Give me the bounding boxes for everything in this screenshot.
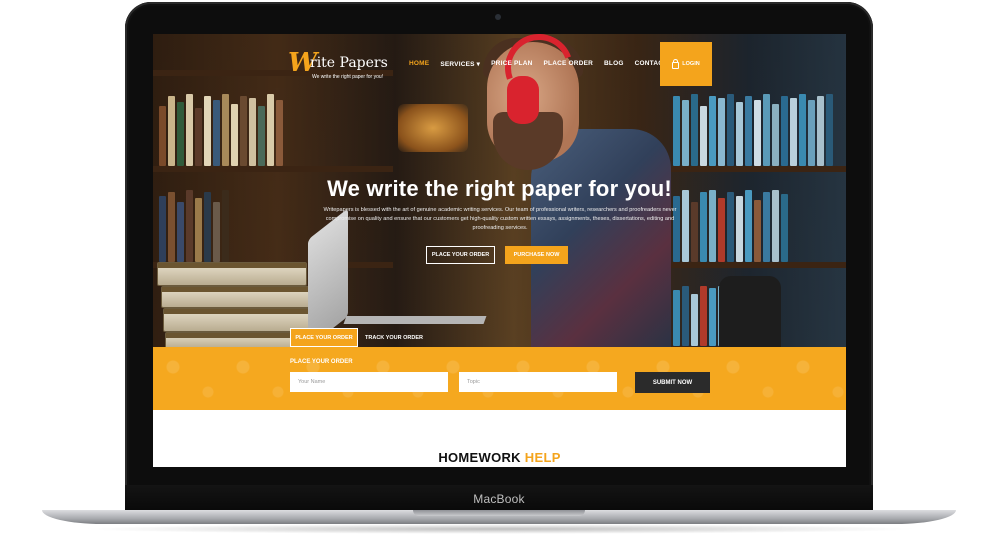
order-form-label: PLACE YOUR ORDER [290,359,353,365]
tab-track-order[interactable]: TRACK YOUR ORDER [360,328,428,347]
section-title-accent: HELP [524,450,561,465]
nav-blog[interactable]: BLOG [604,60,624,68]
main-nav: HOME SERVICES ▾ PRICE PLAN PLACE ORDER B… [409,60,667,68]
lamp-glow [398,104,468,152]
login-label: LOGIN [682,61,700,67]
book-stack [157,262,307,286]
name-input[interactable]: Your Name [290,372,448,392]
lock-icon [672,58,680,69]
submit-button[interactable]: SUBMIT NOW [635,372,710,393]
topic-input[interactable]: Topic [459,372,617,392]
order-form: PLACE YOUR ORDER Your Name Topic SUBMIT … [153,347,846,410]
book-row [673,92,833,166]
laptop-base [343,316,487,324]
device-brand-label: MacBook [473,492,525,506]
book-row [159,92,283,166]
tab-place-order[interactable]: PLACE YOUR ORDER [290,328,358,347]
login-button[interactable]: LOGIN [660,42,712,86]
hero-description: Writepapers is blessed with the art of g… [323,207,677,231]
hero-section: W rite Papers We write the right paper f… [153,34,846,349]
laptop-shadow [80,524,920,534]
nav-price-plan[interactable]: PRICE PLAN [491,60,532,68]
hero-title: We write the right paper for you! [327,176,672,201]
logo-tagline: We write the right paper for you! [312,74,384,80]
camera-icon [495,14,501,20]
logo-name: rite Papers [310,55,388,71]
laptop-notch [413,510,585,516]
website-screen: W rite Papers We write the right paper f… [153,34,846,467]
shelf [153,166,393,172]
person-illustration [531,129,671,347]
nav-home[interactable]: HOME [409,60,429,68]
chair [719,276,781,348]
purchase-now-button[interactable]: PURCHASE NOW [505,246,568,264]
section-title: HOMEWORK HELP [153,450,846,465]
nav-place-order[interactable]: PLACE ORDER [544,60,594,68]
section-title-main: HOMEWORK [438,450,521,465]
nav-services[interactable]: SERVICES ▾ [440,60,480,68]
book-stack [161,286,311,308]
headphones-icon [493,34,585,124]
place-order-button[interactable]: PLACE YOUR ORDER [426,246,495,264]
